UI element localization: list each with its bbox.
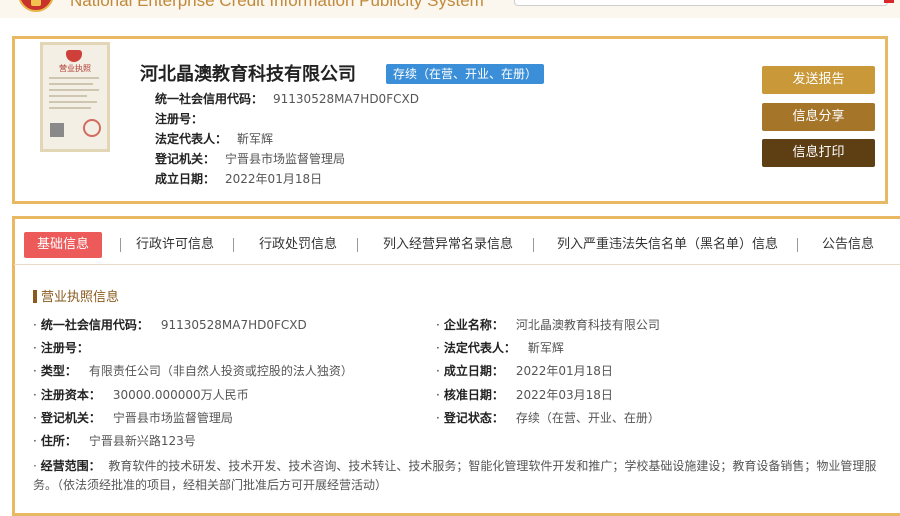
- tab-admin-penalty[interactable]: 行政处罚信息: [259, 232, 337, 258]
- detail-label: 类型：: [40, 364, 77, 378]
- detail-value: 2022年03月18日: [515, 388, 613, 402]
- detail-reg-no: · 注册号：: [33, 341, 89, 355]
- tab-admin-license[interactable]: 行政许可信息: [136, 232, 214, 258]
- tabs-divider: [14, 264, 900, 265]
- tab-announcements[interactable]: 公告信息: [822, 232, 874, 258]
- tab-blacklist[interactable]: 列入严重违法失信名单（黑名单）信息: [557, 232, 778, 258]
- detail-label: 企业名称：: [443, 318, 504, 332]
- detail-label: 核准日期：: [443, 388, 504, 402]
- detail-value: 有限责任公司（非自然人投资或控股的法人独资）: [88, 364, 353, 378]
- est-date-label: 成立日期：: [155, 172, 216, 186]
- detail-type: · 类型： 有限责任公司（非自然人投资或控股的法人独资）: [33, 364, 353, 378]
- detail-label: 法定代表人：: [443, 341, 516, 355]
- detail-business-scope: · 经营范围： 教育软件的技术研发、技术开发、技术咨询、技术转让、技术服务；智能…: [33, 459, 877, 492]
- legal-rep-value: 靳军辉: [237, 132, 274, 146]
- detail-label: 注册资本：: [40, 388, 101, 402]
- top-header: National Enterprise Credit Information P…: [0, 0, 900, 18]
- detail-label: 登记机关：: [40, 411, 101, 425]
- detail-label: 住所：: [40, 434, 77, 448]
- detail-value: 30000.000000万人民币: [112, 388, 249, 402]
- print-info-button[interactable]: 信息打印: [762, 139, 875, 167]
- system-title: National Enterprise Credit Information P…: [70, 0, 484, 10]
- detail-label: 登记状态：: [443, 411, 504, 425]
- detail-value: 河北晶澳教育科技有限公司: [515, 318, 660, 332]
- info-tabs: 基础信息 行政许可信息 行政处罚信息 列入经营异常名录信息 列入严重违法失信名单…: [20, 232, 900, 258]
- authority-label: 登记机关：: [155, 152, 216, 166]
- detail-value: 2022年01月18日: [515, 364, 613, 378]
- search-button[interactable]: [884, 0, 894, 3]
- legal-rep-label: 法定代表人：: [155, 132, 228, 146]
- header-legal-rep: 法定代表人： 靳军辉: [155, 130, 273, 147]
- header-credit-code: 统一社会信用代码： 91130528MA7HD0FCXD: [155, 90, 419, 107]
- credit-code-value: 91130528MA7HD0FCXD: [273, 92, 419, 106]
- est-date-value: 2022年01月18日: [225, 172, 323, 186]
- company-name: 河北晶澳教育科技有限公司: [140, 64, 356, 85]
- detail-address: · 住所： 宁晋县新兴路123号: [33, 434, 196, 448]
- detail-label: 统一社会信用代码：: [40, 318, 149, 332]
- detail-label: 注册号：: [40, 341, 89, 355]
- detail-capital: · 注册资本： 30000.000000万人民币: [33, 388, 249, 402]
- share-info-button[interactable]: 信息分享: [762, 103, 875, 131]
- search-input[interactable]: [514, 0, 888, 6]
- detail-value: 91130528MA7HD0FCXD: [160, 318, 307, 332]
- status-badge: 存续（在营、开业、在册）: [386, 64, 545, 84]
- detail-legal-rep: · 法定代表人： 靳军辉: [436, 341, 564, 355]
- header-reg-no: 注册号：: [155, 110, 213, 127]
- detail-approval-date: · 核准日期： 2022年03月18日: [436, 388, 613, 402]
- detail-reg-status: · 登记状态： 存续（在营、开业、在册）: [436, 411, 660, 425]
- tab-basic-info[interactable]: 基础信息: [24, 232, 103, 258]
- section-bar-icon: [33, 290, 37, 303]
- detail-credit-code: · 统一社会信用代码： 91130528MA7HD0FCXD: [33, 318, 307, 332]
- business-license-image: 营业执照: [40, 42, 110, 152]
- detail-authority: · 登记机关： 宁晋县市场监督管理局: [33, 411, 233, 425]
- detail-label: 经营范围：: [40, 459, 101, 473]
- credit-code-label: 统一社会信用代码：: [155, 92, 264, 106]
- section-title: 营业执照信息: [33, 286, 119, 305]
- detail-value: 宁晋县市场监督管理局: [112, 411, 233, 425]
- detail-label: 成立日期：: [443, 364, 504, 378]
- license-title: 营业执照: [59, 64, 91, 73]
- detail-company-name: · 企业名称： 河北晶澳教育科技有限公司: [436, 318, 660, 332]
- detail-est-date: · 成立日期： 2022年01月18日: [436, 364, 613, 378]
- seal-icon: [83, 119, 101, 137]
- section-title-text: 营业执照信息: [41, 290, 120, 305]
- national-emblem-icon: [18, 0, 54, 12]
- tab-abnormal-list[interactable]: 列入经营异常名录信息: [383, 232, 513, 258]
- detail-value: 存续（在营、开业、在册）: [515, 411, 660, 425]
- header-est-date: 成立日期： 2022年01月18日: [155, 170, 322, 187]
- detail-value: 宁晋县新兴路123号: [88, 434, 196, 448]
- qr-code-icon: [50, 123, 64, 137]
- header-authority: 登记机关： 宁晋县市场监督管理局: [155, 150, 345, 167]
- reg-no-label: 注册号：: [155, 112, 204, 126]
- detail-value: 靳军辉: [527, 341, 564, 355]
- authority-value: 宁晋县市场监督管理局: [225, 152, 346, 166]
- license-emblem-icon: [66, 50, 82, 62]
- business-scope-value: 教育软件的技术研发、技术开发、技术咨询、技术转让、技术服务；智能化管理软件开发和…: [33, 459, 877, 492]
- send-report-button[interactable]: 发送报告: [762, 66, 875, 94]
